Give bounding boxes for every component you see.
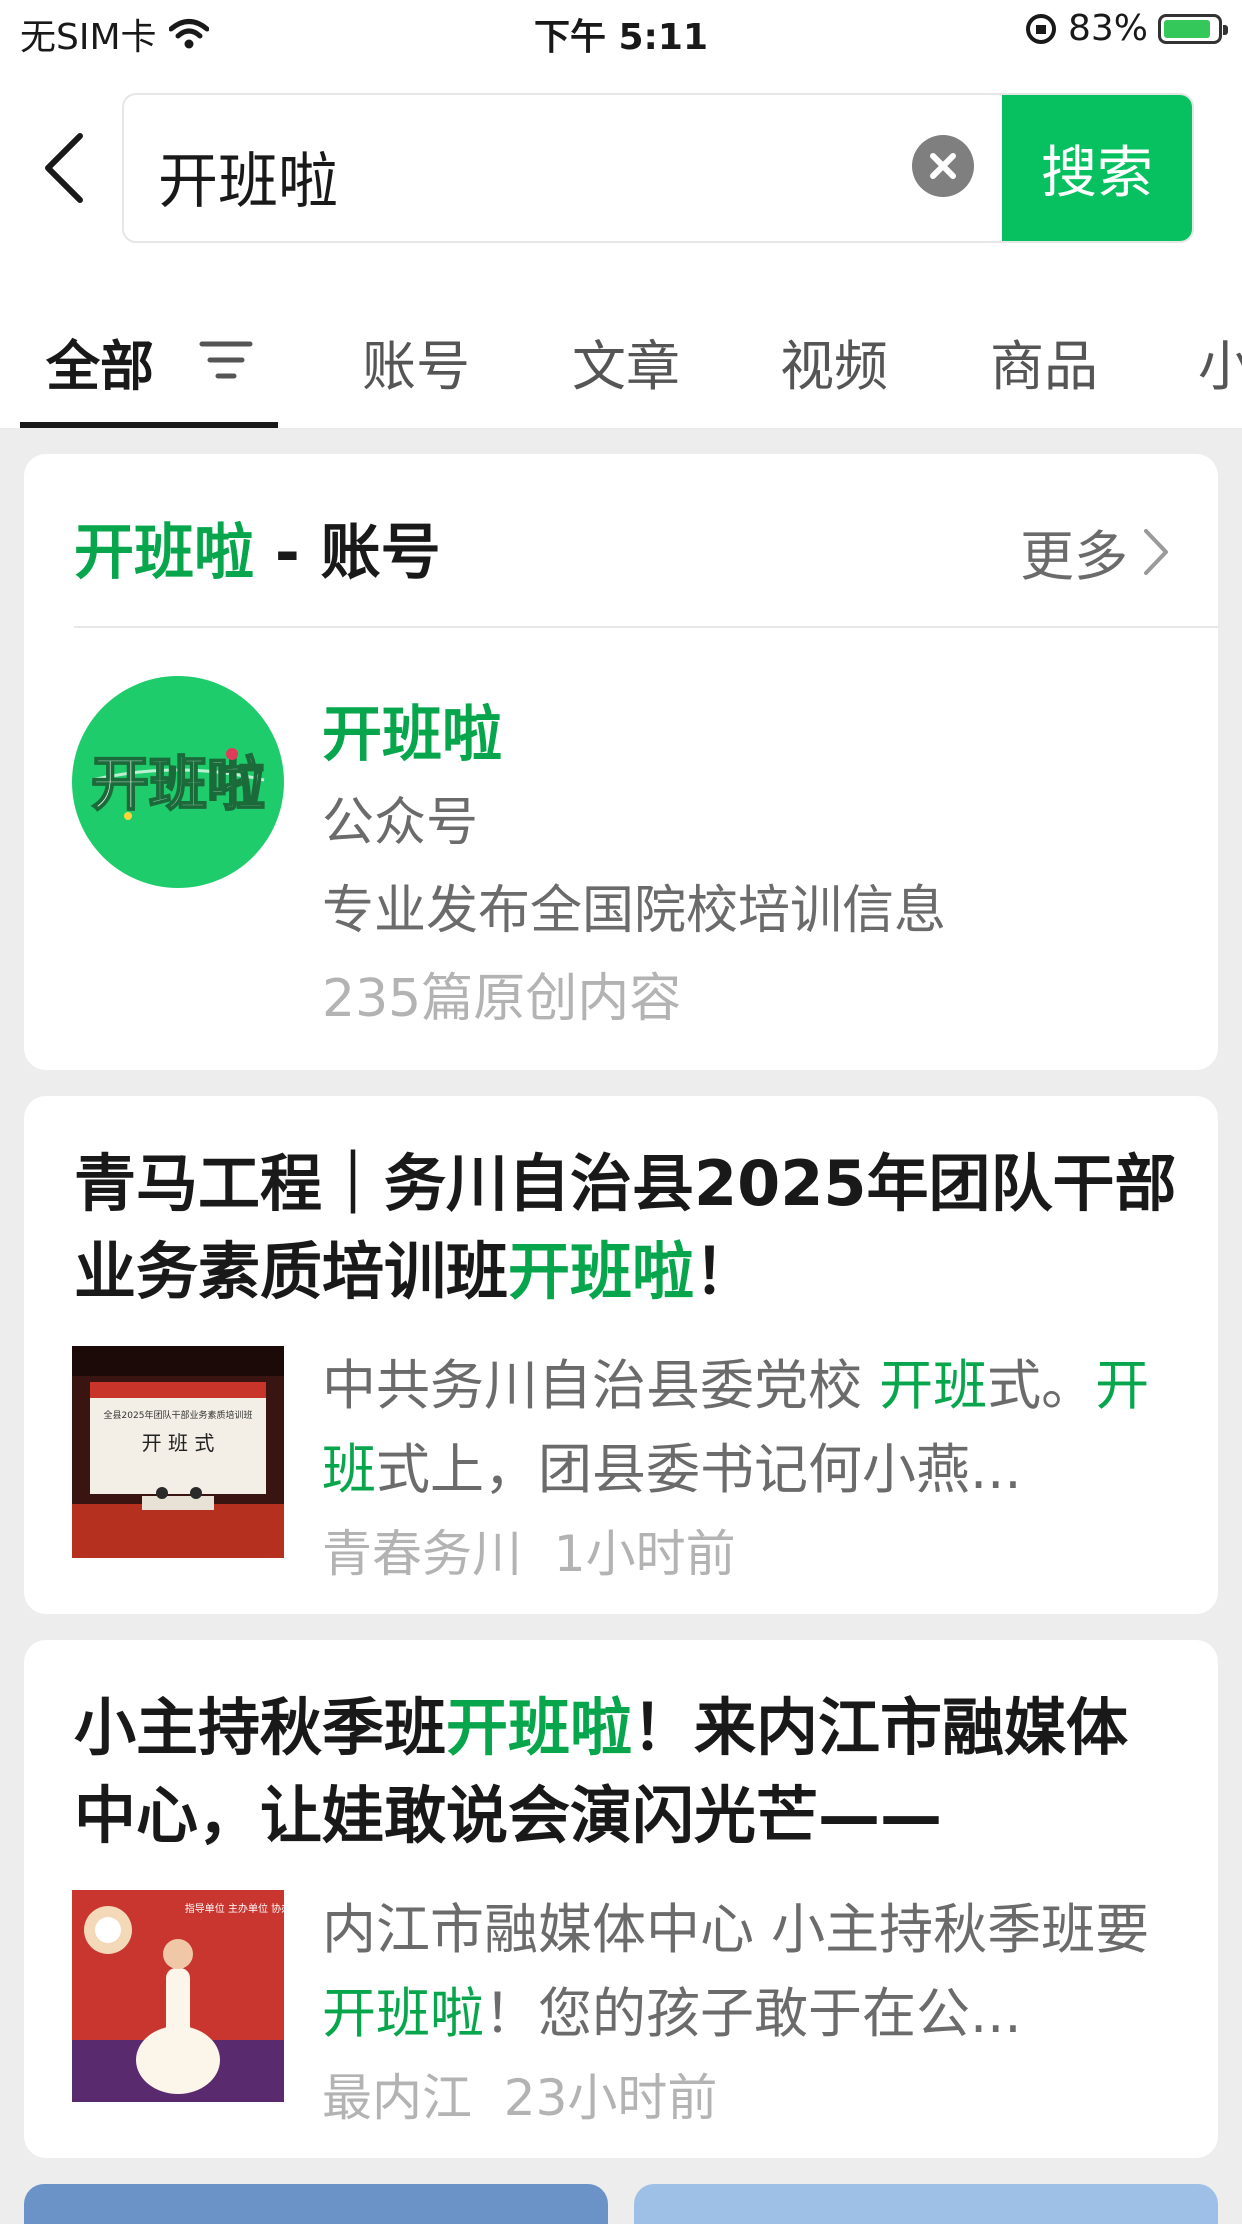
avatar: 开班啦 [72,676,284,888]
account-type: 公众号 [322,793,479,853]
clear-search-button[interactable] [912,135,974,197]
next-card-peek [634,2184,1218,2224]
filter-icon [199,341,253,379]
rotation-lock-icon [1025,13,1056,44]
svg-text:指导单位 主办单位 协办单位: 指导单位 主办单位 协办单位 [185,1902,284,1915]
back-button[interactable] [36,128,96,208]
divider [74,626,1218,628]
tab-products[interactable]: 商品 [990,322,1098,401]
article-source: 最内江 [322,2069,472,2127]
account-section-title: 开班啦 - 账号 [74,518,441,588]
battery-icon [1158,13,1228,44]
account-description: 专业发布全国院校培训信息 [322,881,947,941]
article-snippet: 内江市融媒体中心 小主持秋季班要开班啦！您的孩子敢于在公... [322,1898,1150,2045]
filter-button[interactable] [196,330,256,390]
active-tab-indicator [20,422,278,428]
article-title: 青马工程｜务川自治县2025年团队干部业务素质培训班开班啦！ [74,1147,1177,1308]
svg-text:开 班 式: 开 班 式 [142,1431,215,1455]
tab-accounts[interactable]: 账号 [362,322,470,401]
article-snippet: 中共务川自治县委党校 开班式。开班式上，团县委书记何小燕... [322,1354,1150,1501]
more-label: 更多 [1020,525,1128,588]
article-thumbnail: 指导单位 主办单位 协办单位 [72,1890,284,2102]
next-card-peek [24,2184,608,2224]
close-icon [930,153,956,179]
tab-all[interactable]: 全部 [46,322,154,401]
svg-text:开班啦: 开班啦 [91,750,265,818]
article-time: 1小时前 [553,1525,736,1583]
article-meta: 青春务川 1小时前 [322,1514,736,1586]
article-time: 23小时前 [503,2069,718,2127]
article-meta: 最内江 23小时前 [322,2058,717,2130]
svg-text:全县2025年团队干部业务素质培训班: 全县2025年团队干部业务素质培训班 [104,1409,253,1421]
article-card[interactable]: 青马工程｜务川自治县2025年团队干部业务素质培训班开班啦！ 全县2025年团队… [24,1096,1218,1614]
article-title: 小主持秋季班开班啦！来内江市融媒体中心，让娃敢说会演闪光芒—— [74,1691,1129,1852]
status-bar: 无SIM卡 下午 5:11 83% [0,0,1242,62]
chevron-right-icon [1144,528,1168,575]
battery-percent: 83% [1067,8,1148,49]
tab-articles[interactable]: 文章 [572,322,680,401]
search-box[interactable]: 开班啦 搜索 [122,93,1194,243]
article-thumbnail: 全县2025年团队干部业务素质培训班 开 班 式 [72,1346,284,1558]
original-count: 235篇原创内容 [322,969,682,1029]
search-button[interactable]: 搜索 [1002,95,1192,241]
tab-videos[interactable]: 视频 [780,322,888,401]
more-button[interactable]: 更多 [1020,512,1170,591]
search-input[interactable]: 开班啦 [158,133,338,220]
chevron-left-icon [45,133,83,203]
account-name: 开班啦 [322,700,502,770]
category-tabs: 全部 账号 文章 视频 商品 小 [0,300,1242,428]
article-card[interactable]: 小主持秋季班开班啦！来内江市融媒体中心，让娃敢说会演闪光芒—— 指导单位 主办单… [24,1640,1218,2158]
tab-mini[interactable]: 小 [1198,322,1242,401]
article-source: 青春务川 [322,1525,522,1583]
account-card: 开班啦 - 账号 更多 开班啦 开班啦 公众号 专业发布全国院校培训信息 235… [24,454,1218,1070]
